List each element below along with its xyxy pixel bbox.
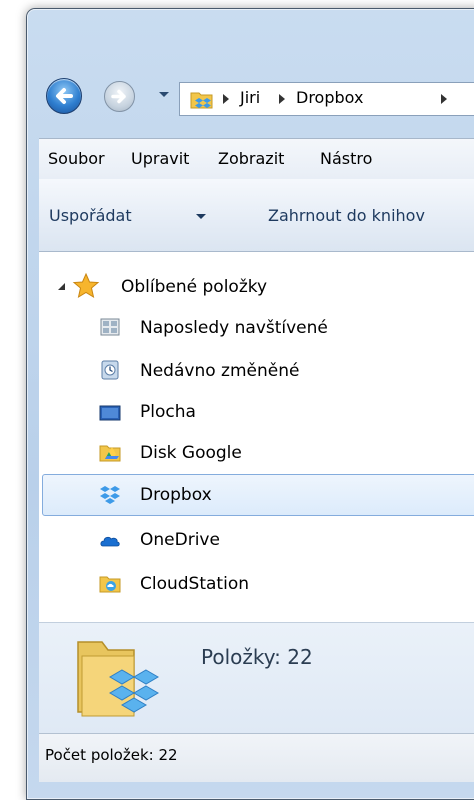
forward-arrow-icon (111, 89, 126, 104)
menu-view[interactable]: Zobrazit (218, 149, 284, 168)
google-drive-icon (99, 445, 121, 462)
navigation-pane (39, 252, 474, 622)
back-arrow-icon (56, 88, 73, 104)
nav-item-recent-places[interactable]: Naposledy navštívené (140, 318, 328, 338)
nav-item-dropbox[interactable]: Dropbox (140, 485, 212, 505)
organize-button[interactable]: Uspořádat (49, 206, 132, 225)
cloudstation-icon (99, 576, 121, 593)
status-item-count: Počet položek: 22 (45, 746, 178, 764)
breadcrumb-jiri[interactable]: Jiri (240, 88, 260, 107)
include-in-library-button[interactable]: Zahrnout do knihov (268, 206, 425, 225)
dropbox-icon (100, 486, 120, 504)
history-dropdown-icon[interactable] (159, 92, 169, 97)
forward-button[interactable] (104, 81, 135, 112)
dropbox-folder-icon (190, 92, 213, 109)
desktop-icon (99, 405, 121, 421)
menu-tools[interactable]: Nástro (320, 149, 372, 168)
star-icon (72, 272, 100, 299)
nav-item-cloudstation[interactable]: CloudStation (140, 574, 249, 594)
back-button[interactable] (46, 78, 82, 114)
breadcrumb-separator-icon[interactable] (441, 94, 447, 104)
expand-arrow-icon[interactable] (57, 282, 66, 291)
breadcrumb-separator-icon[interactable] (223, 94, 229, 104)
nav-item-recently-changed[interactable]: Nedávno změněné (140, 361, 299, 381)
breadcrumb-separator-icon[interactable] (279, 94, 285, 104)
onedrive-icon (100, 536, 120, 547)
recently-changed-icon (101, 360, 119, 380)
nav-item-onedrive[interactable]: OneDrive (140, 530, 220, 550)
nav-item-desktop[interactable]: Plocha (140, 402, 196, 422)
recent-places-icon (100, 318, 120, 336)
breadcrumb-dropbox[interactable]: Dropbox (296, 88, 363, 107)
favorites-header[interactable]: Oblíbené položky (121, 277, 267, 297)
details-item-count: Položky: 22 (201, 645, 313, 669)
menu-edit[interactable]: Upravit (131, 149, 189, 168)
large-dropbox-folder-icon (77, 641, 159, 717)
menu-file[interactable]: Soubor (48, 149, 105, 168)
chevron-down-icon (196, 214, 206, 219)
nav-item-google-drive[interactable]: Disk Google (140, 443, 242, 463)
